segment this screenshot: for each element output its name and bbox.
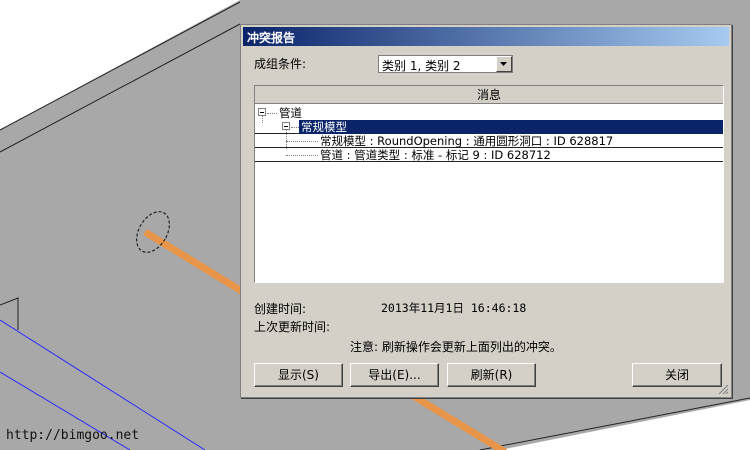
dialog-title: 冲突报告: [247, 31, 296, 45]
group-by-value: 类别 1, 类别 2: [382, 59, 461, 73]
group-by-label: 成组条件:: [254, 57, 307, 71]
message-tree[interactable]: 消息 管道 常规模型 常规模型 : RoundOpening : 通用圆形洞口 …: [254, 85, 724, 283]
dropdown-button[interactable]: [496, 56, 512, 72]
tree-item-label: 常规模型 : RoundOpening : 通用圆形洞口 : ID 628817: [320, 134, 614, 148]
tree-item-label: 管道 : 管道类型 : 标准 - 标记 9 : ID 628712: [320, 148, 551, 162]
tree-row-conflict-1[interactable]: 常规模型 : RoundOpening : 通用圆形洞口 : ID 628817: [255, 134, 723, 148]
title-bar[interactable]: 冲突报告: [243, 27, 729, 46]
collapse-icon[interactable]: [282, 122, 290, 130]
created-time-value: 2013年11月1日 16:46:18: [381, 301, 527, 315]
refresh-button[interactable]: 刷新(R): [447, 363, 536, 387]
show-button[interactable]: 显示(S): [254, 363, 343, 387]
tree-connector: [286, 155, 318, 156]
close-button[interactable]: 关闭: [632, 363, 722, 387]
tree-connector: [286, 141, 318, 142]
export-button[interactable]: 导出(E)...: [350, 363, 439, 387]
tree-row-generic-model[interactable]: 常规模型: [255, 120, 723, 134]
tree-connector: [267, 113, 277, 114]
tree-row-pipe[interactable]: 管道: [255, 106, 723, 120]
refresh-note: 注意: 刷新操作会更新上面列出的冲突。: [350, 340, 562, 354]
column-header-message[interactable]: 消息: [255, 86, 723, 104]
resize-grip-icon[interactable]: [718, 384, 729, 395]
watermark-text: http://bimgoo.net: [6, 428, 140, 443]
chevron-down-icon: [500, 62, 507, 66]
last-updated-label: 上次更新时间:: [254, 320, 331, 334]
created-time-label: 创建时间:: [254, 302, 307, 316]
tree-item-label: 常规模型: [299, 120, 723, 134]
tree-connector: [291, 127, 299, 128]
collapse-icon[interactable]: [258, 108, 266, 116]
tree-row-conflict-2[interactable]: 管道 : 管道类型 : 标准 - 标记 9 : ID 628712: [255, 148, 723, 162]
interference-report-dialog: 冲突报告 成组条件: 类别 1, 类别 2 消息 管道 常规模型 常规模型 : …: [240, 24, 732, 398]
group-by-dropdown[interactable]: 类别 1, 类别 2: [378, 55, 513, 73]
tree-item-label: 管道: [279, 106, 302, 120]
